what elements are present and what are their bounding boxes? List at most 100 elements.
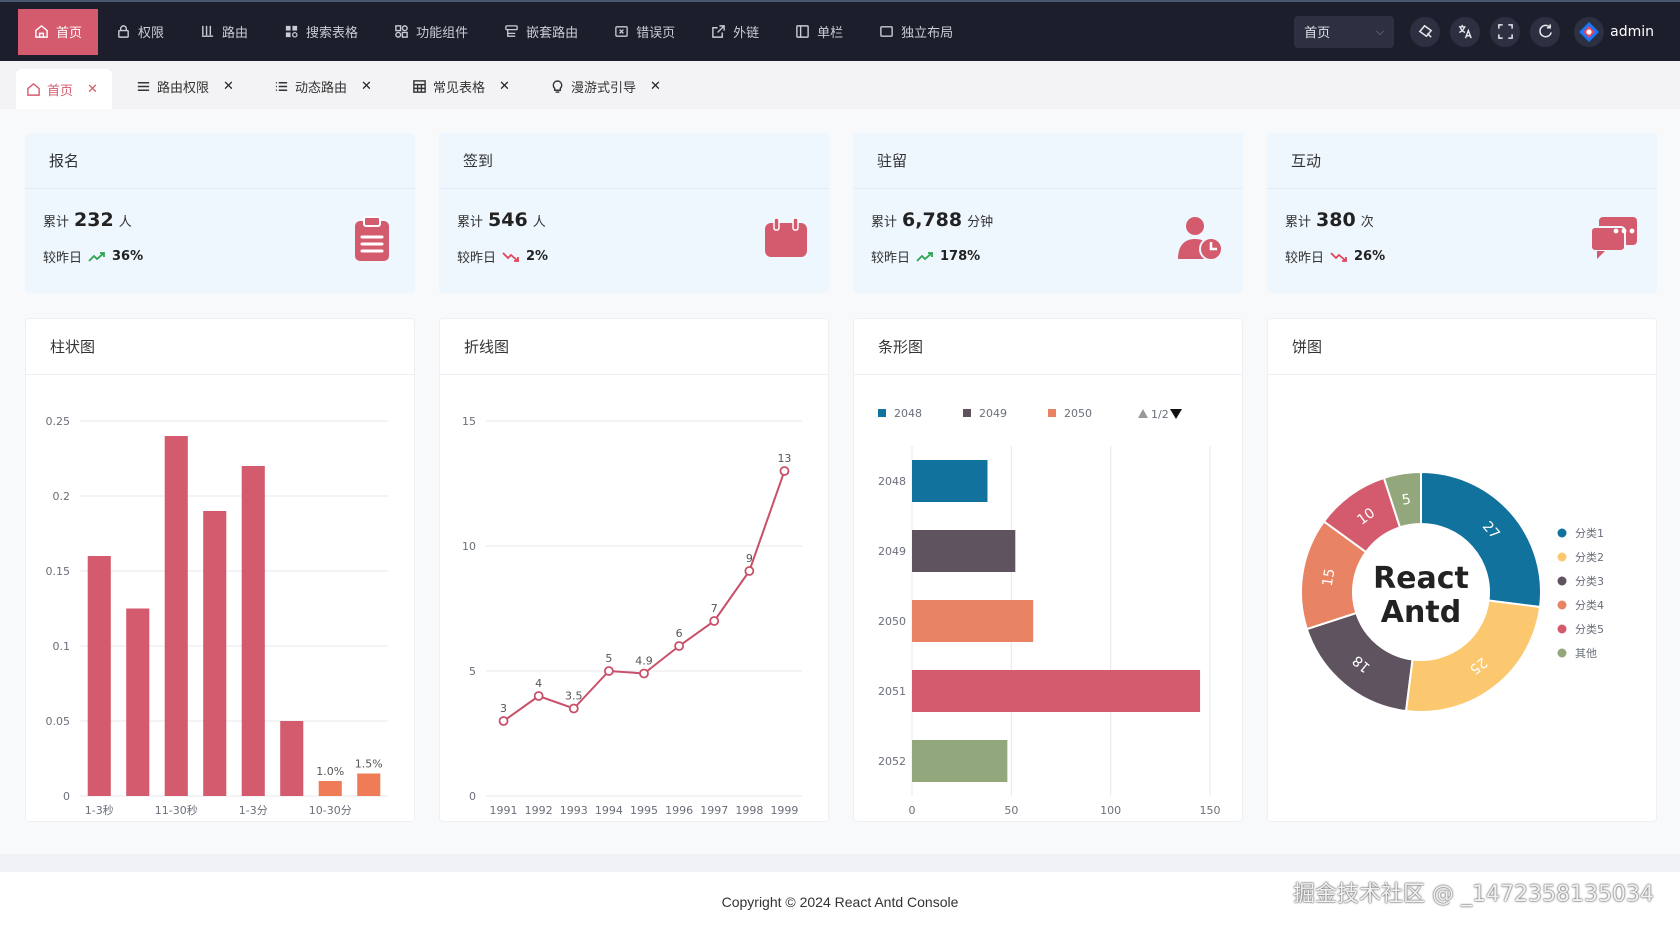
lock-icon (118, 25, 129, 38)
data-label: 7 (711, 602, 718, 615)
data-point (568, 703, 579, 714)
nav-item-error-page[interactable]: 错误页 (596, 9, 693, 55)
nav-item-label: 错误页 (636, 26, 676, 41)
home-icon (27, 82, 40, 96)
stat-compare-label: 较昨日 (1285, 251, 1325, 266)
nav-item-home[interactable]: 首页 (18, 8, 99, 55)
stat-value: 6,788 (902, 209, 963, 231)
chart-title: 柱状图 (50, 338, 96, 356)
bar (318, 781, 342, 796)
language-button[interactable] (1450, 16, 1481, 47)
tab-label: 动态路由 (295, 80, 348, 96)
nav-item-search-table[interactable]: 搜索表格 (266, 9, 376, 55)
y-tick-label: 15 (462, 415, 476, 428)
stat-compare: 较昨日 36% (43, 247, 143, 266)
close-icon[interactable]: ✕ (650, 79, 661, 94)
y-tick-label: 0.15 (46, 565, 71, 578)
stat-unit: 人 (118, 215, 132, 230)
nav-item-components[interactable]: 功能组件 (376, 9, 486, 55)
search-menu-button[interactable] (1410, 16, 1441, 47)
tab-dynamic-route[interactable]: 动态路由 ✕ (274, 69, 372, 103)
stat-prefix: 累计 (1285, 215, 1312, 230)
stat-prefix: 累计 (871, 215, 898, 230)
tab-common-table[interactable]: 常见表格 ✕ (412, 69, 510, 103)
tab-home[interactable]: 首页 ✕ (16, 69, 112, 109)
nav-item-permission[interactable]: 权限 (98, 9, 182, 55)
nav-item-label: 独立布局 (901, 26, 954, 41)
x-tick-label: 50 (1004, 804, 1018, 817)
trend-up-icon (88, 251, 105, 262)
pie-chart-card: 饼图 27 25 18 15 10 5 React Antd 分类1 分类2 分类3 分类4 分类5 其他 (1267, 318, 1657, 822)
data-label: 4.9 (635, 655, 653, 668)
user-clock-icon (1178, 217, 1223, 261)
nested-route-icon (505, 25, 518, 37)
x-tick-label: 100 (1100, 804, 1121, 817)
single-column-icon (796, 25, 809, 38)
legend-prev-icon (1138, 409, 1148, 418)
external-link-icon (712, 25, 725, 38)
close-icon[interactable]: ✕ (361, 79, 372, 94)
close-icon[interactable]: ✕ (87, 82, 98, 97)
data-point (498, 716, 509, 726)
data-point (533, 691, 544, 701)
y-tick-label: 2052 (878, 755, 906, 768)
legend-label: 分类3 (1575, 574, 1604, 588)
nav-item-nested-route[interactable]: 嵌套路由 (486, 9, 596, 55)
bar (164, 436, 188, 796)
y-tick-label: 2049 (878, 545, 906, 558)
stat-total: 累计 380 次 (1285, 209, 1374, 231)
legend-label: 分类1 (1575, 526, 1604, 540)
stat-compare: 较昨日 2% (457, 247, 548, 266)
nav-item-external-link[interactable]: 外链 (693, 9, 777, 55)
nav-item-label: 首页 (56, 26, 83, 41)
refresh-button[interactable] (1530, 16, 1561, 47)
nav-item-single-column[interactable]: 单栏 (777, 9, 861, 55)
user-menu[interactable]: admin (1574, 16, 1654, 47)
data-label: 6 (676, 627, 683, 640)
clipboard-icon (355, 216, 389, 261)
x-tick-label: 1998 (735, 804, 763, 817)
legend-swatch (1557, 528, 1567, 538)
nav-item-standalone-layout[interactable]: 独立布局 (861, 9, 971, 55)
legend-swatch (1557, 600, 1567, 610)
data-label: 9 (746, 552, 753, 565)
stat-value: 380 (1316, 209, 1356, 231)
bulb-icon (552, 79, 563, 93)
tab-label: 首页 (47, 83, 74, 99)
stat-title: 报名 (49, 152, 80, 170)
stat-compare: 较昨日 26% (1285, 247, 1385, 266)
close-icon[interactable]: ✕ (223, 79, 234, 94)
fullscreen-button[interactable] (1490, 16, 1521, 47)
trend-up-icon (916, 251, 933, 262)
home-icon (35, 24, 48, 38)
y-tick-label: 0.1 (53, 640, 71, 653)
legend-page: 1/2 (1151, 408, 1169, 421)
route-icon (201, 25, 214, 37)
menu-select-value: 首页 (1304, 26, 1331, 41)
tab-tour-guide[interactable]: 漫游式引导 ✕ (550, 69, 661, 103)
y-tick-label: 2050 (878, 615, 906, 628)
nav-item-label: 功能组件 (416, 26, 469, 41)
nav-item-label: 路由 (222, 26, 249, 41)
table-icon (413, 79, 426, 93)
calendar-icon (765, 217, 807, 257)
legend-swatch (1557, 552, 1567, 562)
tab-label: 路由权限 (157, 80, 210, 96)
copyright-text: Copyright © 2024 React Antd Console (721, 894, 959, 910)
stat-card-checkin: 签到 累计 546 人 较昨日 2% (439, 133, 829, 293)
x-tick-label: 1995 (630, 804, 658, 817)
chart-title: 条形图 (878, 338, 924, 356)
y-tick-label: 0 (469, 790, 476, 803)
legend-label: 2048 (894, 407, 922, 420)
bar (912, 460, 988, 502)
bar (912, 600, 1034, 642)
horizontal-bar-chart: 0 50 100 150 2048 2049 2050 2051 2052 2048 2049 205… (878, 407, 1221, 817)
data-point (639, 668, 649, 679)
tab-route-permission[interactable]: 路由权限 ✕ (136, 69, 234, 103)
bar (87, 556, 111, 796)
close-icon[interactable]: ✕ (499, 79, 510, 94)
y-tick-label: 0 (63, 790, 70, 803)
menu-select[interactable]: 首页 ⌵ (1294, 15, 1395, 48)
bar (280, 721, 304, 796)
nav-item-route[interactable]: 路由 (182, 9, 266, 55)
